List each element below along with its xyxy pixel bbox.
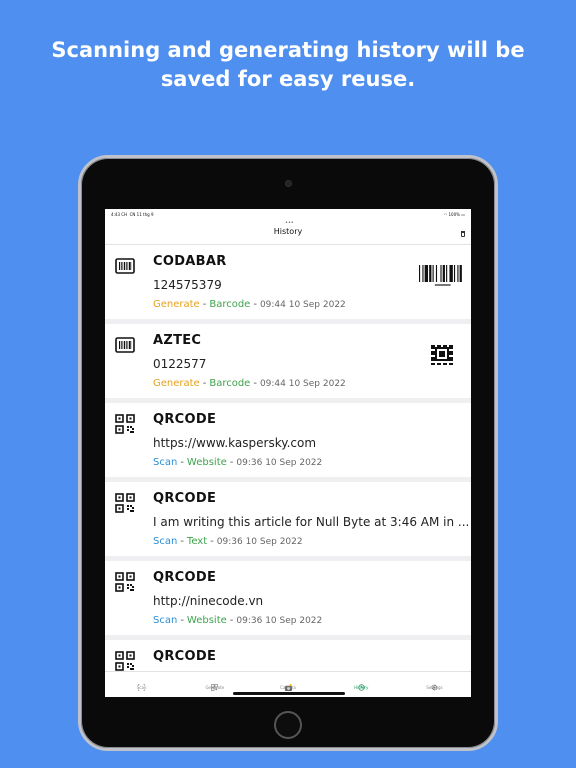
history-item-value: http://ninecode.vn (153, 594, 264, 608)
history-list: CODABAR 124575379 Generate - Barcode -09:44 1… (105, 245, 471, 671)
qrcode-icon (115, 414, 135, 434)
scan-icon (137, 676, 146, 692)
camera-icon (284, 676, 292, 691)
history-item-kind: Website (186, 457, 227, 468)
history-item-meta: Scan - Website -09:36 10 Sep 2022 (153, 457, 323, 468)
tab-label: Camera (280, 685, 296, 690)
history-item-kind: Barcode (209, 378, 251, 389)
trash-icon[interactable] (461, 231, 465, 237)
status-time: 4:43 CH CN 11 thg 9 (111, 211, 154, 217)
ipad-frame: 4:43 CH CN 11 thg 9 ◠ 100% ▭ ••• History… (78, 155, 498, 751)
history-item-name: QRCODE (153, 649, 217, 664)
tab-label: Settings (426, 685, 443, 690)
history-item[interactable]: QRCODE https://www.kaspersky.com Scan - Webs… (105, 403, 471, 477)
history-item-time: 09:44 10 Sep 2022 (259, 379, 346, 389)
headline-line-1: Scanning and generating history will be (51, 38, 525, 62)
aztec-thumbnail (431, 343, 453, 369)
qrcode-icon (115, 651, 135, 671)
history-item-name: QRCODE (153, 491, 217, 506)
history-item-value: https://www.kaspersky.com (153, 436, 317, 450)
history-item-name: QRCODE (153, 570, 217, 585)
history-item-kind: Barcode (209, 299, 251, 310)
tab-scan[interactable]: Scan (105, 672, 178, 697)
tab-label: Scan (136, 685, 147, 690)
history-item-meta: Scan - Website -09:36 10 Sep 2022 (153, 615, 323, 626)
history-item-source: Scan (153, 615, 178, 626)
home-indicator (233, 692, 345, 695)
history-item-source: Generate (153, 378, 200, 389)
nav-bar: ••• History (105, 219, 471, 245)
history-item-name: QRCODE (153, 412, 217, 427)
history-item-kind: Website (186, 615, 227, 626)
history-item-kind: Text (186, 536, 208, 547)
front-camera (285, 180, 292, 187)
history-item-time: 09:36 10 Sep 2022 (236, 616, 323, 626)
qrcode-icon (211, 676, 219, 691)
history-item[interactable]: CODABAR 124575379 Generate - Barcode -09:44 1… (105, 245, 471, 319)
status-battery: ◠ 100% ▭ (443, 211, 465, 217)
barcode-thumbnail (419, 265, 463, 291)
wifi-icon: ◠ (443, 211, 448, 217)
qrcode-icon (115, 493, 135, 513)
history-item[interactable]: QRCODE http://ninecode.vn Scan - Website -09:… (105, 561, 471, 635)
history-item-name: CODABAR (153, 254, 227, 269)
history-item-meta: Generate - Barcode -09:44 10 Sep 2022 (153, 378, 346, 389)
page-title: History (273, 227, 303, 236)
battery-icon: ▭ (461, 211, 465, 217)
history-item-value: 124575379 (153, 278, 222, 292)
history-item-meta: Scan - Text -09:36 10 Sep 2022 (153, 536, 303, 547)
status-bar: 4:43 CH CN 11 thg 9 ◠ 100% ▭ (105, 209, 471, 219)
history-item-time: 09:36 10 Sep 2022 (216, 537, 303, 547)
app-screen: 4:43 CH CN 11 thg 9 ◠ 100% ▭ ••• History… (105, 209, 471, 697)
qrcode-icon (115, 572, 135, 592)
history-item-source: Scan (153, 457, 178, 468)
history-item-name: AZTEC (153, 333, 202, 348)
history-item-value: 0122577 (153, 357, 207, 371)
history-item-meta: Generate - Barcode -09:44 10 Sep 2022 (153, 299, 346, 310)
barcode-icon (115, 256, 135, 276)
history-item[interactable]: QRCODE I am writing this article for Null… (105, 482, 471, 556)
history-item-value: I am writing this article for Null Byte … (153, 515, 468, 529)
history-item[interactable]: QRCODE (105, 640, 471, 671)
headline-line-2: saved for easy reuse. (160, 67, 416, 91)
history-item-time: 09:44 10 Sep 2022 (259, 300, 346, 310)
tab-settings[interactable]: Settings (398, 672, 471, 697)
history-item-time: 09:36 10 Sep 2022 (236, 458, 323, 468)
home-button[interactable] (274, 711, 302, 739)
headline: Scanning and generating history will be … (0, 36, 576, 94)
history-icon (358, 676, 365, 691)
history-item[interactable]: AZTEC 0122577 Generate - Barcode -09:44 10 Se… (105, 324, 471, 398)
tab-label: Generate (205, 685, 225, 690)
tab-label: History (354, 685, 369, 690)
history-item-source: Generate (153, 299, 200, 310)
barcode-icon (115, 335, 135, 355)
multitask-grabber[interactable]: ••• (285, 220, 294, 226)
gear-icon (431, 676, 438, 691)
history-item-source: Scan (153, 536, 178, 547)
